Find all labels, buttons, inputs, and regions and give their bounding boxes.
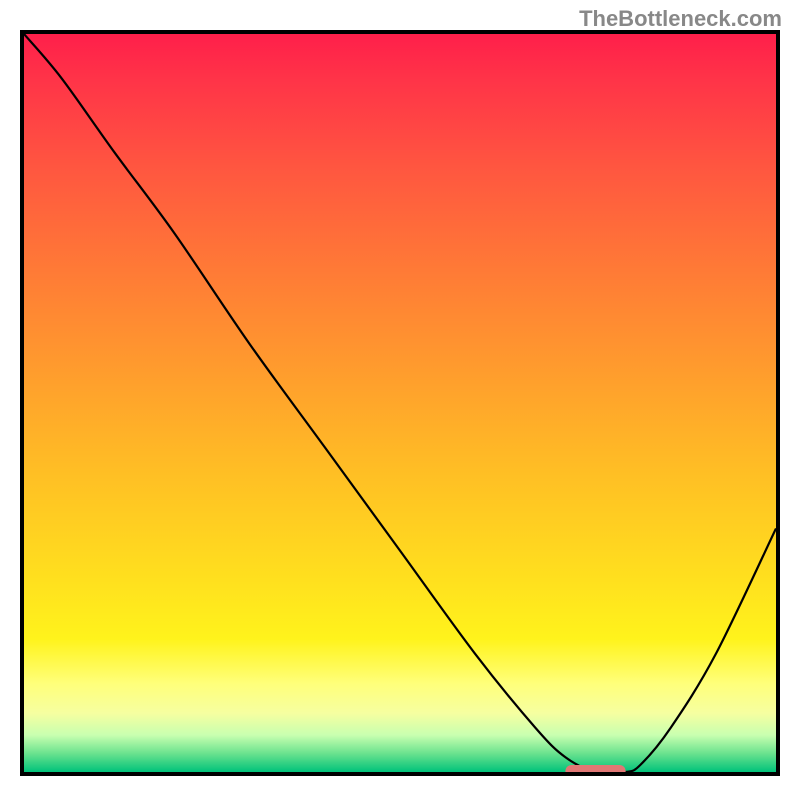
chart-svg	[24, 34, 776, 772]
minimum-marker	[565, 765, 625, 772]
chart-frame	[20, 30, 780, 776]
watermark-text: TheBottleneck.com	[579, 6, 782, 32]
bottleneck-curve	[24, 34, 776, 772]
